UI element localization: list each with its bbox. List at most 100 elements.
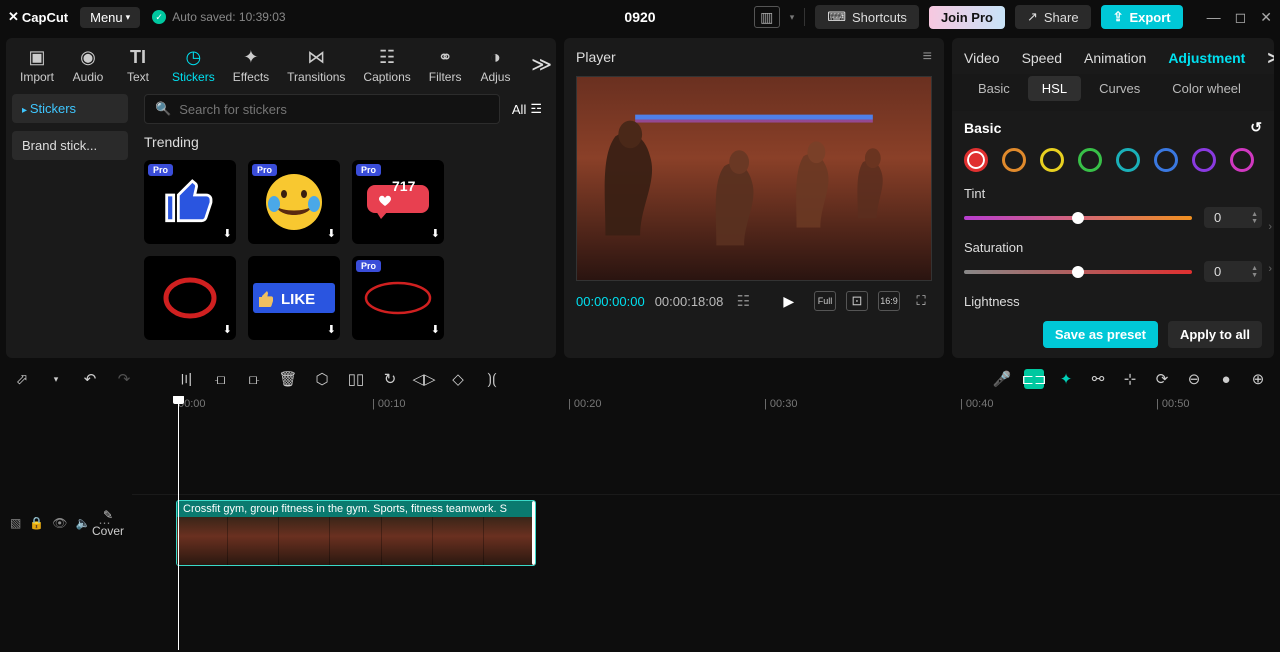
minimize-button[interactable]: — bbox=[1207, 9, 1221, 26]
tab-import[interactable]: ▣Import bbox=[12, 44, 62, 86]
maximize-button[interactable]: ◻ bbox=[1235, 9, 1247, 26]
playhead[interactable] bbox=[178, 396, 179, 650]
sticker-thumbs-up[interactable]: Pro ⬇ bbox=[144, 160, 236, 244]
download-icon[interactable]: ⬇ bbox=[327, 227, 336, 240]
full-button[interactable]: Full bbox=[814, 291, 836, 311]
share-button[interactable]: ↗Share bbox=[1015, 5, 1091, 29]
trim-left-icon[interactable]: ⟤ bbox=[210, 369, 230, 389]
saturation-value-input[interactable]: 0▲▼ bbox=[1204, 261, 1262, 282]
magnet-aux-icon[interactable]: ✦ bbox=[1056, 369, 1076, 389]
subtab-curves[interactable]: Curves bbox=[1085, 76, 1154, 101]
apply-to-all-button[interactable]: Apply to all bbox=[1168, 321, 1262, 348]
reverse-icon[interactable]: ↻ bbox=[380, 369, 400, 389]
download-icon[interactable]: ⬇ bbox=[327, 323, 336, 336]
preview-icon[interactable]: ⟳ bbox=[1152, 369, 1172, 389]
voice-icon[interactable]: 🎤 bbox=[992, 369, 1012, 389]
inspector-tab-speed[interactable]: Speed bbox=[1022, 50, 1062, 66]
sticker-heart-count[interactable]: Pro 717 ⬇ bbox=[352, 160, 444, 244]
tab-stickers[interactable]: ◷Stickers bbox=[164, 44, 223, 86]
download-icon[interactable]: ⬇ bbox=[431, 323, 440, 336]
swatch-red[interactable] bbox=[964, 148, 988, 172]
tab-adjustment[interactable]: ◑Adjus bbox=[471, 44, 519, 86]
eye-icon[interactable]: 👁 bbox=[52, 516, 67, 530]
close-button[interactable]: ✕ bbox=[1260, 9, 1272, 26]
category-brand-stickers[interactable]: Brand stick... bbox=[12, 131, 128, 160]
export-button[interactable]: ⇪Export bbox=[1101, 5, 1183, 29]
more-icon[interactable]: ⋯ bbox=[98, 516, 110, 530]
flip-icon[interactable]: ◁▷ bbox=[414, 369, 434, 389]
swatch-blue[interactable] bbox=[1154, 148, 1178, 172]
swatch-yellow[interactable] bbox=[1040, 148, 1064, 172]
tab-effects[interactable]: ✦Effects bbox=[225, 44, 277, 86]
sticker-like-button[interactable]: LIKE ⬇ bbox=[248, 256, 340, 340]
inspector-tab-animation[interactable]: Animation bbox=[1084, 50, 1146, 66]
download-icon[interactable]: ⬇ bbox=[223, 323, 232, 336]
tab-captions[interactable]: ☷Captions bbox=[355, 44, 418, 86]
caret-right-icon[interactable]: › bbox=[1268, 221, 1272, 233]
lock-icon[interactable]: 🔒 bbox=[29, 516, 44, 530]
tab-transitions[interactable]: ⋈Transitions bbox=[279, 44, 353, 86]
reset-icon[interactable]: ↺ bbox=[1250, 119, 1262, 136]
video-clip[interactable]: Crossfit gym, group fitness in the gym. … bbox=[176, 500, 536, 566]
category-stickers[interactable]: Stickers bbox=[12, 94, 128, 123]
subtab-color-wheel[interactable]: Color wheel bbox=[1158, 76, 1255, 101]
split-icon[interactable]: 〣 bbox=[176, 369, 196, 389]
tab-text[interactable]: TIText bbox=[114, 44, 162, 86]
shortcuts-button[interactable]: ⌨Shortcuts bbox=[815, 5, 919, 29]
play-button[interactable]: ▶ bbox=[783, 293, 794, 310]
pointer-tool-icon[interactable]: ⬀ bbox=[12, 369, 32, 389]
sticker-emoji-laugh[interactable]: Pro ⬇ bbox=[248, 160, 340, 244]
swatch-cyan[interactable] bbox=[1116, 148, 1140, 172]
tab-audio[interactable]: ◉Audio bbox=[64, 44, 112, 86]
preview-quality-icon[interactable]: ⊡ bbox=[846, 291, 868, 311]
zoom-in-icon[interactable]: ⊕ bbox=[1248, 369, 1268, 389]
magnet-main-icon[interactable]: ⊏⊐ bbox=[1024, 369, 1044, 389]
inspector-tab-video[interactable]: Video bbox=[964, 50, 1000, 66]
align-icon[interactable]: ⊹ bbox=[1120, 369, 1140, 389]
mirror-icon[interactable]: ▯▯ bbox=[346, 369, 366, 389]
redo-icon[interactable]: ↷ bbox=[114, 369, 134, 389]
pointer-menu-icon[interactable]: ▾ bbox=[46, 369, 66, 389]
menu-button[interactable]: Menu▾ bbox=[80, 7, 140, 28]
swatch-green[interactable] bbox=[1078, 148, 1102, 172]
save-as-preset-button[interactable]: Save as preset bbox=[1043, 321, 1158, 348]
mask-icon[interactable]: ⬡ bbox=[312, 369, 332, 389]
delete-icon[interactable]: 🗑 bbox=[278, 369, 298, 389]
mute-icon[interactable]: 🔈 bbox=[76, 516, 91, 530]
layout-icon[interactable]: ▥ bbox=[754, 6, 780, 28]
aspect-ratio-button[interactable]: 16:9 bbox=[878, 291, 900, 311]
undo-icon[interactable]: ↶ bbox=[80, 369, 100, 389]
subtab-basic[interactable]: Basic bbox=[964, 76, 1024, 101]
slider-thumb[interactable] bbox=[1072, 266, 1084, 278]
caret-right-icon[interactable]: › bbox=[1268, 263, 1272, 275]
link-icon[interactable]: ⚯ bbox=[1088, 369, 1108, 389]
download-icon[interactable]: ⬇ bbox=[223, 227, 232, 240]
zoom-slider-icon[interactable]: ● bbox=[1216, 369, 1236, 389]
zoom-out-icon[interactable]: ⊖ bbox=[1184, 369, 1204, 389]
trim-right-icon[interactable]: ⟥ bbox=[244, 369, 264, 389]
rotate-icon[interactable]: ◇ bbox=[448, 369, 468, 389]
player-viewport[interactable] bbox=[576, 76, 932, 281]
download-icon[interactable]: ⬇ bbox=[431, 227, 440, 240]
swatch-orange[interactable] bbox=[1002, 148, 1026, 172]
search-input[interactable] bbox=[179, 102, 489, 117]
time-ruler[interactable]: 00:00 | 00:10 | 00:20 | 00:30 | 00:40 | … bbox=[132, 396, 1280, 416]
player-menu-icon[interactable]: ≡ bbox=[923, 48, 932, 66]
swatch-magenta[interactable] bbox=[1230, 148, 1254, 172]
clip-resize-handle[interactable] bbox=[532, 501, 536, 565]
inspector-tabs-more[interactable]: ≫ bbox=[1267, 48, 1274, 68]
crop-icon[interactable]: ⟯⟮ bbox=[482, 369, 502, 389]
tint-value-input[interactable]: 0▲▼ bbox=[1204, 207, 1262, 228]
fullscreen-icon[interactable]: ⛶ bbox=[910, 291, 932, 311]
tracks-area[interactable]: 00:00 | 00:10 | 00:20 | 00:30 | 00:40 | … bbox=[132, 396, 1280, 650]
join-pro-button[interactable]: Join Pro bbox=[929, 6, 1005, 29]
inspector-tab-adjustment[interactable]: Adjustment bbox=[1168, 50, 1245, 66]
slider-thumb[interactable] bbox=[1072, 212, 1084, 224]
filter-all-button[interactable]: All☲ bbox=[508, 101, 546, 117]
sticker-search[interactable]: 🔍 bbox=[144, 94, 500, 124]
canvas-icon[interactable]: ▧ bbox=[10, 516, 21, 530]
tab-filters[interactable]: ⚭Filters bbox=[421, 44, 470, 86]
swatch-purple[interactable] bbox=[1192, 148, 1216, 172]
tabs-scroll-right[interactable]: ≫ bbox=[531, 52, 552, 77]
subtab-hsl[interactable]: HSL bbox=[1028, 76, 1081, 101]
